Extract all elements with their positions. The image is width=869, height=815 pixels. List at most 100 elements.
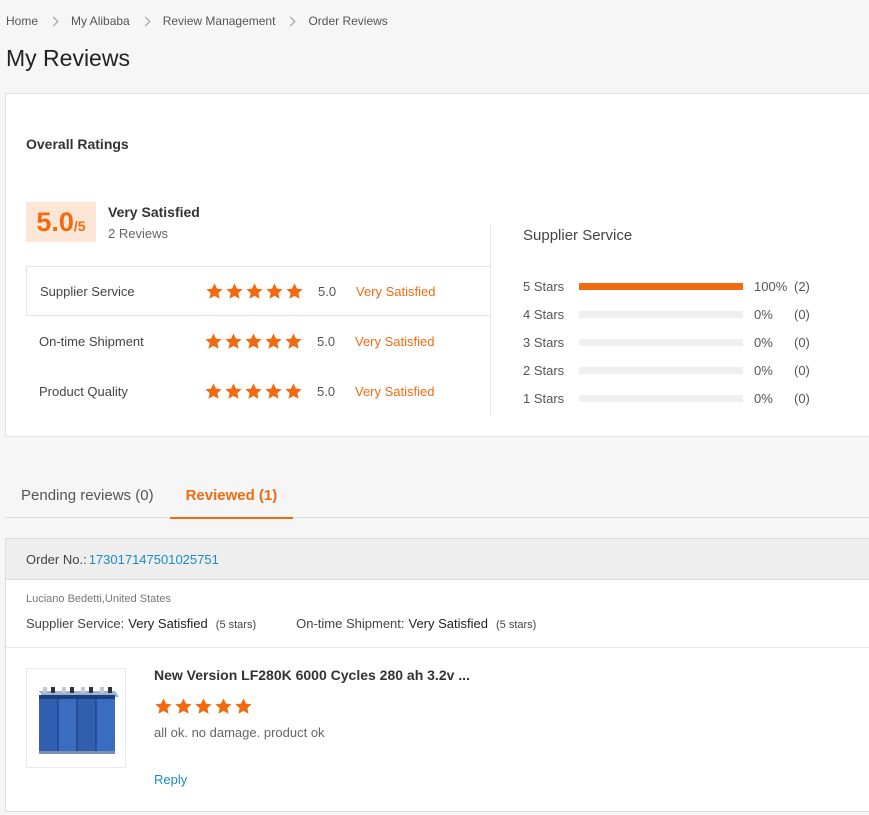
order-review-card: Order No.: 173017147501025751 Luciano Be… — [5, 538, 869, 812]
star-icon — [225, 282, 245, 301]
breadcrumb: Home My Alibaba Review Management Order … — [6, 13, 388, 29]
overall-ratings-title: Overall Ratings — [26, 136, 129, 152]
rating-value: 5.0 — [317, 333, 336, 349]
distribution-percent: 0% — [754, 306, 773, 322]
overall-score: 5.0 — [36, 207, 74, 237]
distribution-row-3: 3 Stars 0% (0) — [523, 328, 863, 356]
distribution-label: 3 Stars — [523, 334, 565, 350]
shipment-value: Very Satisfied — [408, 616, 489, 631]
supplier-service-value: Very Satisfied — [128, 616, 208, 631]
distribution-count: (2) — [794, 278, 810, 294]
chevron-right-icon — [48, 16, 59, 26]
rating-stars — [204, 382, 317, 401]
breadcrumb-my-alibaba[interactable]: My Alibaba — [71, 14, 130, 28]
distribution-label: 2 Stars — [523, 362, 565, 378]
star-icon — [264, 382, 284, 401]
distribution-bar — [579, 366, 743, 374]
star-icon — [244, 332, 264, 351]
rating-label: Very Satisfied — [355, 383, 435, 399]
distribution-row-2: 2 Stars 0% (0) — [523, 356, 863, 384]
star-icon — [234, 697, 254, 716]
battery-cells-image — [27, 669, 125, 767]
distribution-bar — [579, 394, 743, 402]
tab-pending-reviews[interactable]: Pending reviews (0) — [5, 470, 170, 518]
distribution-label: 5 Stars — [523, 278, 565, 294]
distribution-row-5: 5 Stars 100% (2) — [523, 272, 863, 300]
distribution-row-4: 4 Stars 0% (0) — [523, 300, 863, 328]
rating-stars — [205, 282, 318, 301]
shipment-label: On-time Shipment: — [296, 616, 405, 631]
rating-row-supplier-service[interactable]: Supplier Service 5.0 Very Satisfied — [26, 266, 491, 316]
distribution-bar — [579, 310, 743, 318]
distribution-count: (0) — [794, 390, 810, 406]
overall-score-max: /5 — [73, 218, 86, 234]
service-ratings-line: Supplier Service: Very Satisfied (5 star… — [26, 616, 536, 631]
breadcrumb-review-management[interactable]: Review Management — [163, 14, 276, 28]
buyer-info: Luciano Bedetti,United States — [26, 593, 171, 605]
star-icon — [285, 282, 305, 301]
distribution-percent: 100% — [754, 278, 788, 294]
rating-row-name: On-time Shipment — [39, 333, 144, 349]
review-stars — [154, 697, 254, 716]
rating-stars — [204, 332, 317, 351]
order-header: Order No.: 173017147501025751 — [6, 539, 869, 580]
order-no-label: Order No.: — [26, 551, 87, 567]
overall-review-count: 2 Reviews — [108, 226, 168, 241]
review-text: all ok. no damage. product ok — [154, 725, 325, 740]
ratings-card: Overall Ratings 5.0 /5 Very Satisfied 2 … — [5, 93, 869, 437]
star-icon — [224, 382, 244, 401]
star-icon — [284, 382, 304, 401]
distribution-count: (0) — [794, 306, 810, 322]
star-icon — [214, 697, 234, 716]
star-icon — [204, 332, 224, 351]
star-icon — [194, 697, 214, 716]
distribution-count: (0) — [794, 362, 810, 378]
tab-reviewed[interactable]: Reviewed (1) — [169, 470, 294, 519]
rating-row-product-quality[interactable]: Product Quality 5.0 Very Satisfied — [26, 366, 491, 416]
supplier-service-stars: (5 stars) — [215, 619, 257, 631]
rating-row-on-time-shipment[interactable]: On-time Shipment 5.0 Very Satisfied — [26, 316, 491, 366]
rating-label: Very Satisfied — [356, 283, 436, 299]
distribution-count: (0) — [794, 334, 810, 350]
star-distribution: 5 Stars 100% (2) 4 Stars 0% (0) 3 Stars … — [523, 272, 863, 412]
order-divider — [6, 647, 869, 648]
rating-breakdown-table: Supplier Service 5.0 Very Satisfied On-t… — [26, 266, 491, 416]
distribution-percent: 0% — [754, 334, 773, 350]
breadcrumb-home[interactable]: Home — [6, 14, 38, 28]
distribution-title: Supplier Service — [523, 227, 633, 244]
star-icon — [154, 697, 174, 716]
distribution-bar-fill — [579, 282, 743, 290]
rating-row-name: Product Quality — [39, 383, 128, 399]
supplier-service-label: Supplier Service: — [26, 616, 125, 631]
product-thumbnail[interactable] — [26, 668, 126, 768]
distribution-label: 1 Stars — [523, 390, 565, 406]
order-no-link[interactable]: 173017147501025751 — [89, 552, 219, 567]
distribution-percent: 0% — [754, 390, 773, 406]
distribution-row-1: 1 Stars 0% (0) — [523, 384, 863, 412]
star-icon — [224, 332, 244, 351]
review-tabs: Pending reviews (0) Reviewed (1) — [5, 470, 869, 519]
distribution-bar — [579, 282, 743, 290]
page-title: My Reviews — [6, 45, 130, 71]
rating-value: 5.0 — [318, 283, 337, 299]
ratings-divider — [490, 224, 491, 416]
reply-link[interactable]: Reply — [154, 772, 187, 787]
star-icon — [244, 382, 264, 401]
product-title[interactable]: New Version LF280K 6000 Cycles 280 ah 3.… — [154, 667, 470, 683]
rating-label: Very Satisfied — [355, 333, 435, 349]
star-icon — [204, 382, 224, 401]
overall-score-badge: 5.0 /5 — [26, 202, 96, 242]
shipment-stars: (5 stars) — [496, 619, 537, 631]
rating-value: 5.0 — [317, 383, 336, 399]
chevron-right-icon — [140, 16, 151, 26]
star-icon — [245, 282, 265, 301]
star-icon — [174, 697, 194, 716]
overall-satisfaction-label: Very Satisfied — [108, 204, 200, 220]
star-icon — [265, 282, 285, 301]
distribution-label: 4 Stars — [523, 306, 565, 322]
distribution-bar — [579, 338, 743, 346]
breadcrumb-order-reviews: Order Reviews — [308, 14, 388, 28]
rating-row-name: Supplier Service — [40, 283, 135, 299]
star-icon — [205, 282, 225, 301]
star-icon — [284, 332, 304, 351]
